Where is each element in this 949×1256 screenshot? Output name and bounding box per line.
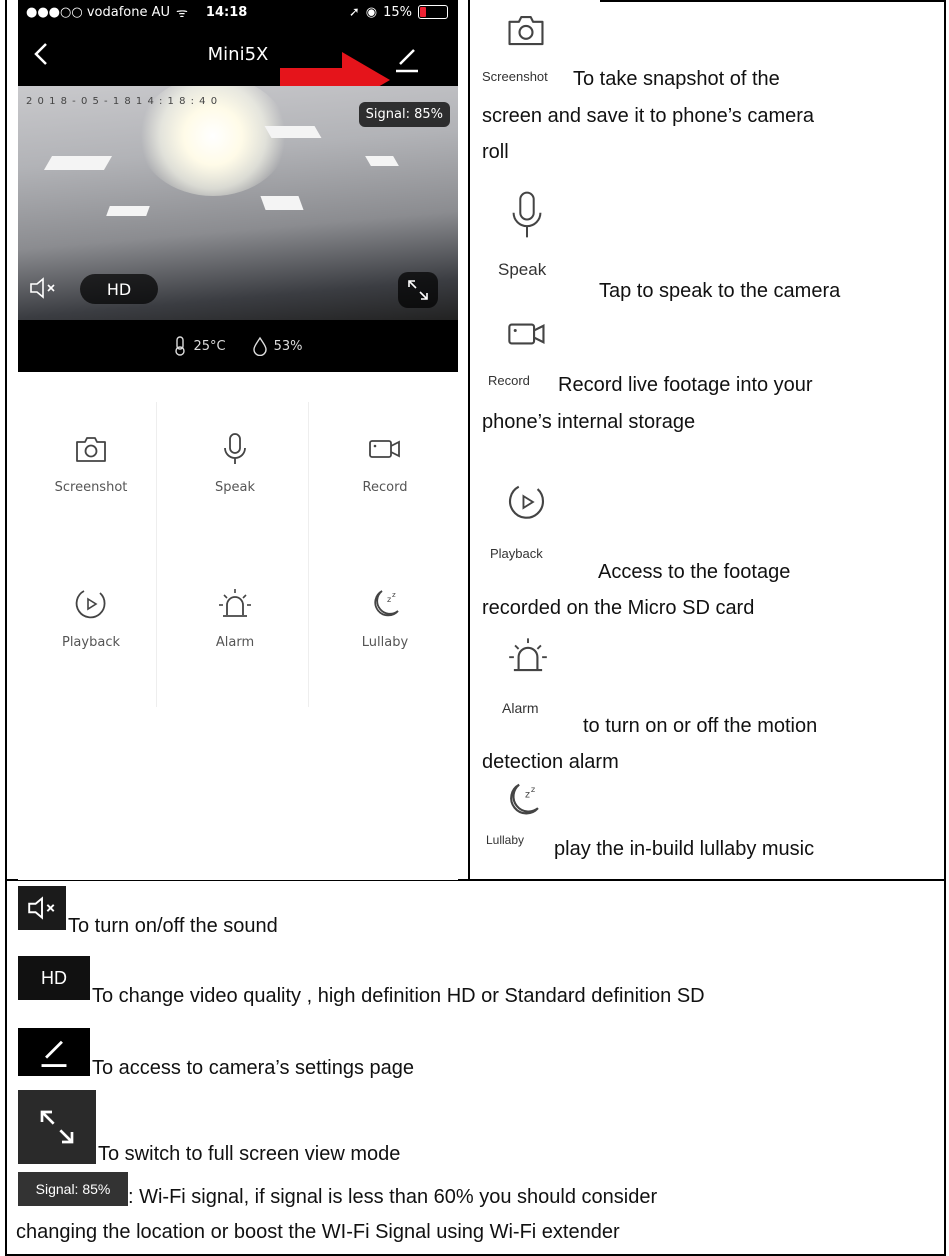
humidity-drop-icon bbox=[252, 336, 267, 356]
microphone-icon bbox=[224, 433, 246, 464]
alarm-clock-icon: ◉ bbox=[365, 4, 378, 20]
table-border-middle bbox=[468, 0, 470, 880]
lullaby-label: Lullaby bbox=[361, 635, 409, 650]
alarm-icon bbox=[509, 638, 547, 672]
camera-live-view[interactable]: 2 0 1 8 - 0 5 - 1 8 1 4 : 1 8 : 4 0 Sign… bbox=[18, 86, 458, 320]
screenshot-label: Screenshot bbox=[54, 480, 128, 495]
svg-text:z: z bbox=[525, 790, 530, 801]
feature-descriptions: Screenshot To take snapshot of the scree… bbox=[474, 0, 944, 880]
location-icon: ➚ bbox=[348, 4, 360, 20]
alarm-caption: Alarm bbox=[502, 700, 539, 716]
camera-icon bbox=[508, 16, 544, 46]
edit-pencil-icon bbox=[41, 1040, 67, 1068]
screenshot-desc-line2: screen and save it to phone’s camera bbox=[482, 105, 815, 127]
alarm-icon bbox=[219, 589, 251, 617]
alarm-button[interactable]: Alarm bbox=[162, 527, 308, 677]
screenshot-desc-line3: roll bbox=[482, 141, 509, 163]
alarm-label: Alarm bbox=[215, 635, 255, 650]
playback-desc-line2: recorded on the Micro SD card bbox=[482, 597, 755, 619]
playback-button[interactable]: Playback bbox=[18, 527, 164, 677]
signal-badge: Signal: 85% bbox=[358, 102, 450, 127]
thermometer-icon bbox=[175, 336, 186, 356]
wifi-icon: ᯤ bbox=[176, 6, 188, 21]
record-desc-line2: phone’s internal storage bbox=[482, 411, 696, 433]
playback-desc-line1: Access to the footage bbox=[598, 561, 791, 583]
temperature-value: 25°C bbox=[193, 338, 226, 354]
bottom-legend: To turn on/off the sound HD To change vi… bbox=[0, 880, 949, 1256]
signal-desc-line1: : Wi-Fi signal, if signal is less than 6… bbox=[128, 1186, 658, 1208]
camera-icon bbox=[76, 437, 106, 462]
record-desc-line1: Record live footage into your bbox=[558, 374, 813, 396]
battery-percent: 15% bbox=[383, 4, 412, 20]
signal-chip: Signal: 85% bbox=[18, 1172, 128, 1206]
playback-caption: Playback bbox=[490, 546, 543, 561]
speak-label: Speak bbox=[215, 480, 255, 495]
hd-desc: To change video quality , high definitio… bbox=[92, 985, 705, 1007]
playback-icon bbox=[75, 590, 106, 619]
svg-text:z: z bbox=[531, 784, 535, 794]
phone-screenshot: ●●●○○ vodafone AU ᯤ 14:18 ➚ ◉ 15% Mini5X… bbox=[18, 0, 458, 880]
carrier-label: ●●●○○ vodafone AU bbox=[26, 4, 171, 20]
screenshot-desc-line1: To take snapshot of the bbox=[573, 68, 780, 90]
svg-text:z: z bbox=[392, 591, 396, 599]
svg-text:z: z bbox=[387, 595, 391, 604]
edit-chip bbox=[18, 1028, 90, 1076]
status-time: 14:18 bbox=[205, 4, 248, 20]
battery-icon bbox=[418, 5, 448, 19]
screenshot-caption: Screenshot bbox=[482, 69, 548, 84]
fullscreen-icon bbox=[408, 280, 428, 300]
control-grid: Screenshot Speak Record Playback Alarm z… bbox=[18, 372, 458, 712]
sound-desc: To turn on/off the sound bbox=[68, 915, 278, 937]
sensor-bar: 25°C 53% bbox=[18, 320, 458, 372]
fullscreen-icon bbox=[40, 1110, 74, 1144]
alarm-desc-line2: detection alarm bbox=[482, 751, 619, 773]
moon-icon: z z bbox=[374, 590, 399, 617]
video-timestamp: 2 0 1 8 - 0 5 - 1 8 1 4 : 1 8 : 4 0 bbox=[26, 96, 219, 107]
lullaby-button[interactable]: z z Lullaby bbox=[312, 527, 458, 677]
edit-pencil-icon[interactable] bbox=[392, 44, 422, 74]
fullscreen-button[interactable] bbox=[398, 272, 438, 308]
status-bar: ●●●○○ vodafone AU ᯤ 14:18 ➚ ◉ 15% bbox=[18, 0, 458, 24]
playback-label: Playback bbox=[61, 635, 120, 650]
speak-desc: Tap to speak to the camera bbox=[599, 280, 841, 302]
screenshot-button[interactable]: Screenshot bbox=[18, 372, 164, 522]
mute-speaker-icon bbox=[28, 896, 55, 920]
signal-desc-line2: changing the location or boost the WI-Fi… bbox=[16, 1221, 620, 1243]
hd-chip: HD bbox=[18, 956, 90, 1000]
record-caption: Record bbox=[488, 373, 530, 388]
playback-icon bbox=[509, 485, 545, 519]
humidity-value: 53% bbox=[273, 338, 303, 354]
speak-caption: Speak bbox=[498, 260, 547, 279]
fullscreen-desc: To switch to full screen view mode bbox=[98, 1143, 401, 1165]
video-camera-icon bbox=[508, 323, 545, 345]
mute-chip bbox=[18, 886, 66, 930]
mute-speaker-icon[interactable] bbox=[28, 276, 58, 300]
lullaby-caption: Lullaby bbox=[486, 833, 525, 847]
speak-button[interactable]: Speak bbox=[162, 372, 308, 522]
alarm-desc-line1: to turn on or off the motion bbox=[583, 715, 818, 737]
video-quality-toggle[interactable]: HD bbox=[80, 274, 158, 304]
record-label: Record bbox=[362, 480, 408, 495]
moon-icon: z z bbox=[510, 784, 539, 815]
settings-desc: To access to camera’s settings page bbox=[92, 1057, 415, 1079]
nav-bar: Mini5X bbox=[18, 24, 458, 108]
lullaby-desc: play the in-build lullaby music bbox=[554, 838, 815, 860]
record-button[interactable]: Record bbox=[312, 372, 458, 522]
video-camera-icon bbox=[369, 440, 400, 458]
microphone-icon bbox=[512, 191, 542, 238]
fullscreen-chip bbox=[18, 1090, 96, 1164]
